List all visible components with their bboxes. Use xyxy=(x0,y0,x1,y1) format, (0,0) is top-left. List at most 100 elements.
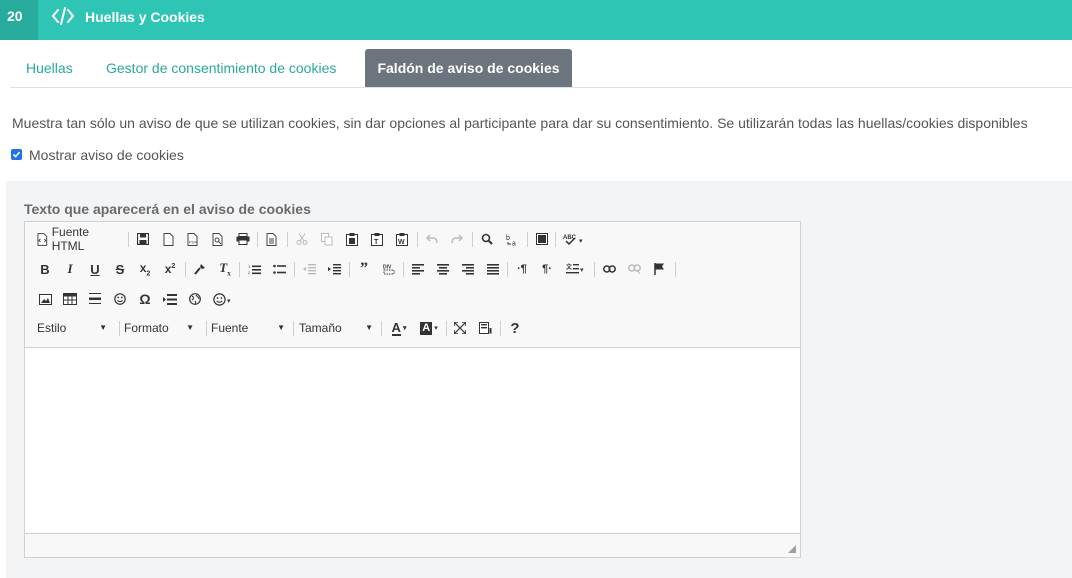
unlink-icon[interactable] xyxy=(624,257,644,281)
toolbar-row-4: Estilo ▼ Formato ▼ Fuente ▼ Tamaño ▼ A ▾ A ▾ ? xyxy=(25,316,800,342)
show-blocks-icon[interactable] xyxy=(475,316,495,340)
export-pdf-icon[interactable]: PDF xyxy=(183,227,203,251)
section-number: 20 xyxy=(0,0,38,40)
blockquote-icon[interactable]: ” xyxy=(354,257,374,281)
align-right-icon[interactable] xyxy=(458,257,478,281)
background-color-icon[interactable]: A ▾ xyxy=(416,316,442,340)
chevron-down-icon: ▼ xyxy=(99,323,107,332)
smiley-icon[interactable] xyxy=(110,287,130,311)
align-left-icon[interactable] xyxy=(408,257,428,281)
align-center-icon[interactable] xyxy=(433,257,453,281)
copy-format-icon[interactable] xyxy=(190,257,210,281)
svg-text:1: 1 xyxy=(248,264,251,269)
cut-icon[interactable] xyxy=(292,227,312,251)
show-notice-checkbox[interactable] xyxy=(11,149,22,160)
decrease-indent-icon[interactable] xyxy=(299,257,319,281)
emoji-icon[interactable]: ▾ xyxy=(210,287,238,311)
tab-consent-manager[interactable]: Gestor de consentimiento de cookies xyxy=(106,49,336,87)
link-icon[interactable] xyxy=(599,257,619,281)
svg-text:PDF: PDF xyxy=(189,239,198,244)
toolbar-row-2: B I U S x2 x2 Tx 12 ” DIV ·¶ ¶· 文 ▾ xyxy=(25,257,800,283)
show-notice-label[interactable]: Mostrar aviso de cookies xyxy=(29,146,184,164)
create-div-icon[interactable]: DIV xyxy=(379,257,399,281)
text-direction-rtl-icon[interactable]: ¶· xyxy=(537,257,557,281)
italic-icon[interactable]: I xyxy=(60,257,80,281)
format-dropdown-label: Formato xyxy=(124,321,169,335)
help-icon[interactable]: ? xyxy=(505,316,525,340)
paste-icon[interactable] xyxy=(342,227,362,251)
font-dropdown-label: Fuente xyxy=(211,321,249,335)
copy-icon[interactable] xyxy=(317,227,337,251)
underline-icon[interactable]: U xyxy=(85,257,105,281)
superscript-icon[interactable]: x2 xyxy=(160,257,180,281)
find-icon[interactable] xyxy=(477,227,497,251)
page-break-icon[interactable] xyxy=(160,287,180,311)
text-direction-ltr-icon[interactable]: ·¶ xyxy=(512,257,532,281)
code-icon xyxy=(52,7,74,25)
editor-content-area[interactable] xyxy=(25,348,800,532)
preview-icon[interactable] xyxy=(208,227,228,251)
paste-word-icon[interactable]: W xyxy=(392,227,412,251)
chevron-down-icon: ▼ xyxy=(186,323,194,332)
source-html-button[interactable]: Fuente HTML xyxy=(37,225,123,253)
tab-cookie-banner[interactable]: Faldón de aviso de cookies xyxy=(365,49,572,87)
description-text: Muestra tan sólo un aviso de que se util… xyxy=(12,115,1028,131)
toolbar-row-1: Fuente HTML PDF T W b a ABC ▾ xyxy=(25,225,800,253)
svg-text:a: a xyxy=(512,240,516,246)
rich-text-editor: Fuente HTML PDF T W b a ABC ▾ B I U S x2… xyxy=(24,221,801,558)
anchor-flag-icon[interactable] xyxy=(649,257,669,281)
print-icon[interactable] xyxy=(233,227,253,251)
strikethrough-icon[interactable]: S xyxy=(110,257,130,281)
table-icon[interactable] xyxy=(60,287,80,311)
editor-panel: Texto que aparecerá en el aviso de cooki… xyxy=(6,181,1072,578)
increase-indent-icon[interactable] xyxy=(324,257,344,281)
spellcheck-icon[interactable]: ABC ▾ xyxy=(559,227,589,251)
iframe-globe-icon[interactable] xyxy=(185,287,205,311)
style-dropdown[interactable]: Estilo ▼ xyxy=(37,316,111,340)
maximize-icon[interactable] xyxy=(450,316,470,340)
bulleted-list-icon[interactable] xyxy=(269,257,289,281)
source-html-label: Fuente HTML xyxy=(51,225,90,253)
redo-icon[interactable] xyxy=(447,227,467,251)
page-title: Huellas y Cookies xyxy=(85,9,205,25)
undo-icon[interactable] xyxy=(422,227,442,251)
select-all-icon[interactable] xyxy=(532,227,552,251)
editor-field-label: Texto que aparecerá en el aviso de cooki… xyxy=(24,201,311,217)
size-dropdown[interactable]: Tamaño ▼ xyxy=(299,316,377,340)
image-icon[interactable] xyxy=(35,287,55,311)
new-page-icon[interactable] xyxy=(158,227,178,251)
remove-format-icon[interactable]: Tx xyxy=(215,257,235,281)
top-bar: 20 Huellas y Cookies xyxy=(0,0,1072,40)
svg-text:文: 文 xyxy=(566,263,573,271)
justify-icon[interactable] xyxy=(483,257,503,281)
replace-icon[interactable]: ba xyxy=(502,227,522,251)
toolbar-row-3: Ω ▾ xyxy=(25,287,800,313)
horizontal-line-icon[interactable] xyxy=(85,287,105,311)
svg-text:▾: ▾ xyxy=(227,298,231,305)
svg-text:b: b xyxy=(506,235,510,242)
font-dropdown[interactable]: Fuente ▼ xyxy=(211,316,289,340)
format-dropdown[interactable]: Formato ▼ xyxy=(124,316,198,340)
svg-text:▾: ▾ xyxy=(579,238,583,245)
source-icon xyxy=(37,232,48,246)
svg-text:T: T xyxy=(374,239,379,246)
svg-text:▾: ▾ xyxy=(580,267,584,274)
special-char-icon[interactable]: Ω xyxy=(135,287,155,311)
text-color-icon[interactable]: A ▾ xyxy=(386,316,412,340)
chevron-down-icon: ▼ xyxy=(277,323,285,332)
subscript-icon[interactable]: x2 xyxy=(135,257,155,281)
bold-icon[interactable]: B xyxy=(35,257,55,281)
editor-status-bar xyxy=(25,533,800,557)
language-icon[interactable]: 文 ▾ xyxy=(562,257,590,281)
svg-text:2: 2 xyxy=(248,270,251,275)
tab-bar: Huellas Gestor de consentimiento de cook… xyxy=(10,49,1072,88)
save-icon[interactable] xyxy=(133,227,153,251)
numbered-list-icon[interactable]: 12 xyxy=(244,257,264,281)
templates-icon[interactable] xyxy=(261,227,281,251)
size-dropdown-label: Tamaño xyxy=(299,321,342,335)
paste-text-icon[interactable]: T xyxy=(367,227,387,251)
resize-handle-icon[interactable] xyxy=(788,545,796,553)
tab-huellas[interactable]: Huellas xyxy=(26,49,73,87)
chevron-down-icon: ▼ xyxy=(365,323,373,332)
style-dropdown-label: Estilo xyxy=(37,321,67,335)
